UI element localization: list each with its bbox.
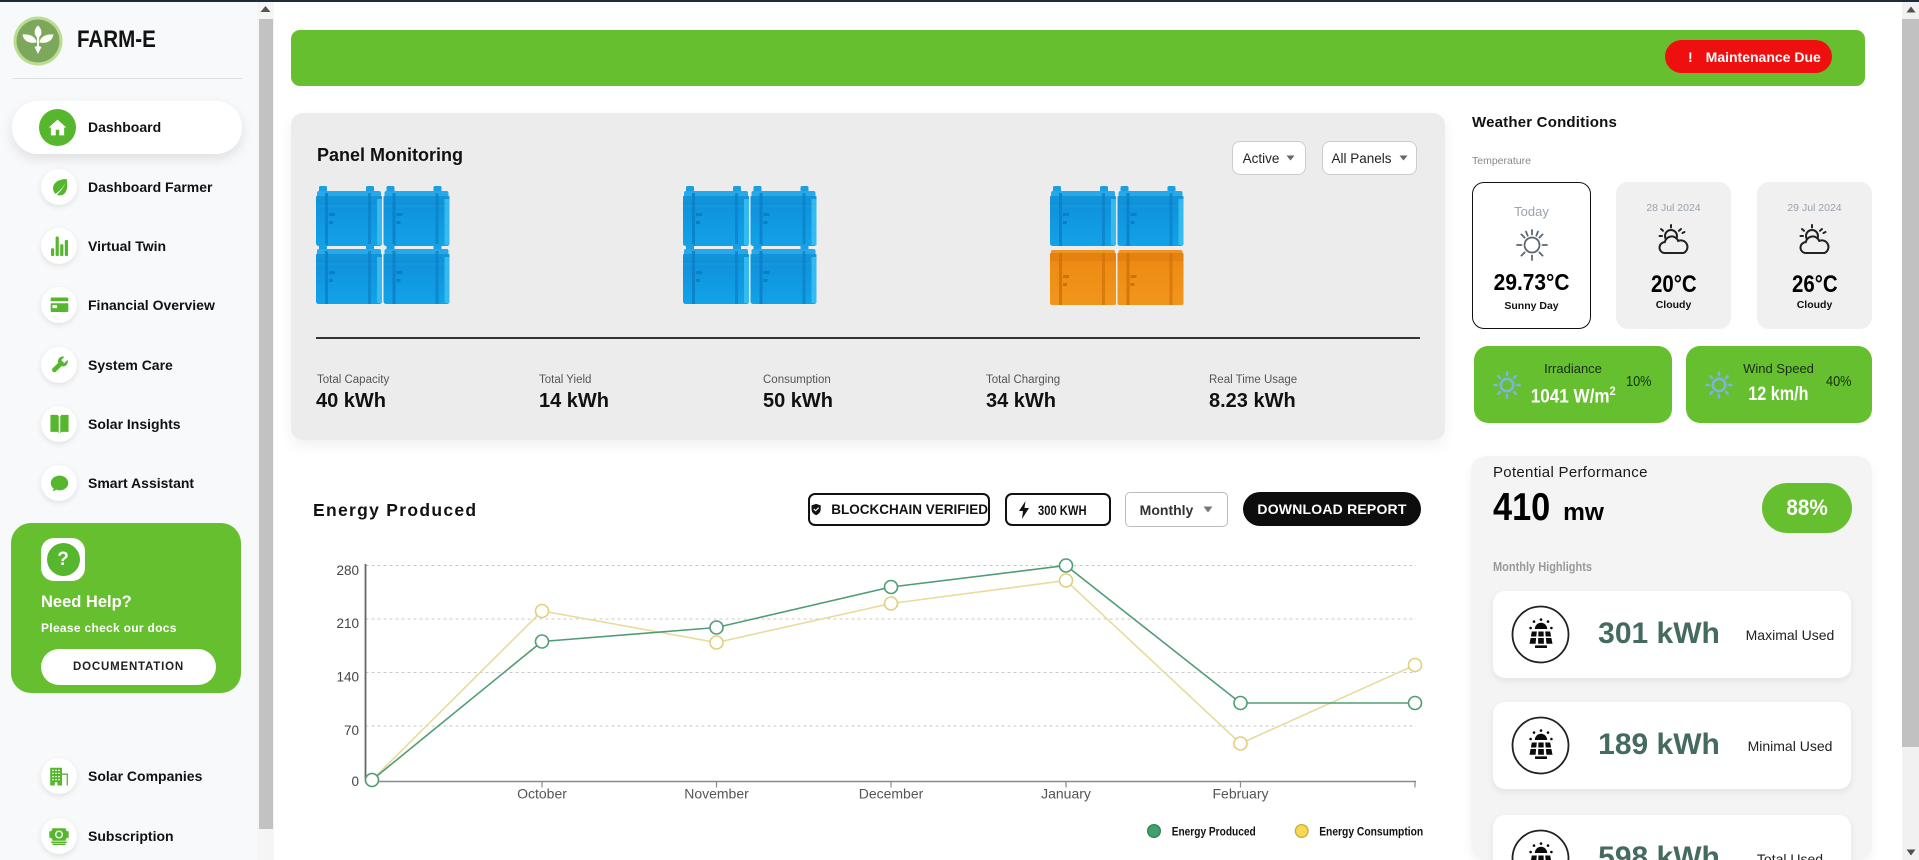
svg-text:December: December	[859, 786, 924, 802]
svg-text:November: November	[684, 786, 749, 802]
svg-text:210: 210	[336, 616, 359, 631]
svg-text:280: 280	[336, 563, 359, 578]
svg-text:140: 140	[336, 670, 359, 685]
svg-text:0: 0	[351, 774, 359, 789]
svg-text:70: 70	[344, 723, 359, 738]
svg-text:Energy Consumption: Energy Consumption	[1319, 825, 1423, 839]
svg-text:February: February	[1212, 786, 1268, 802]
svg-text:Energy Produced: Energy Produced	[1172, 825, 1256, 839]
svg-text:January: January	[1041, 786, 1091, 802]
svg-text:October: October	[517, 786, 567, 802]
